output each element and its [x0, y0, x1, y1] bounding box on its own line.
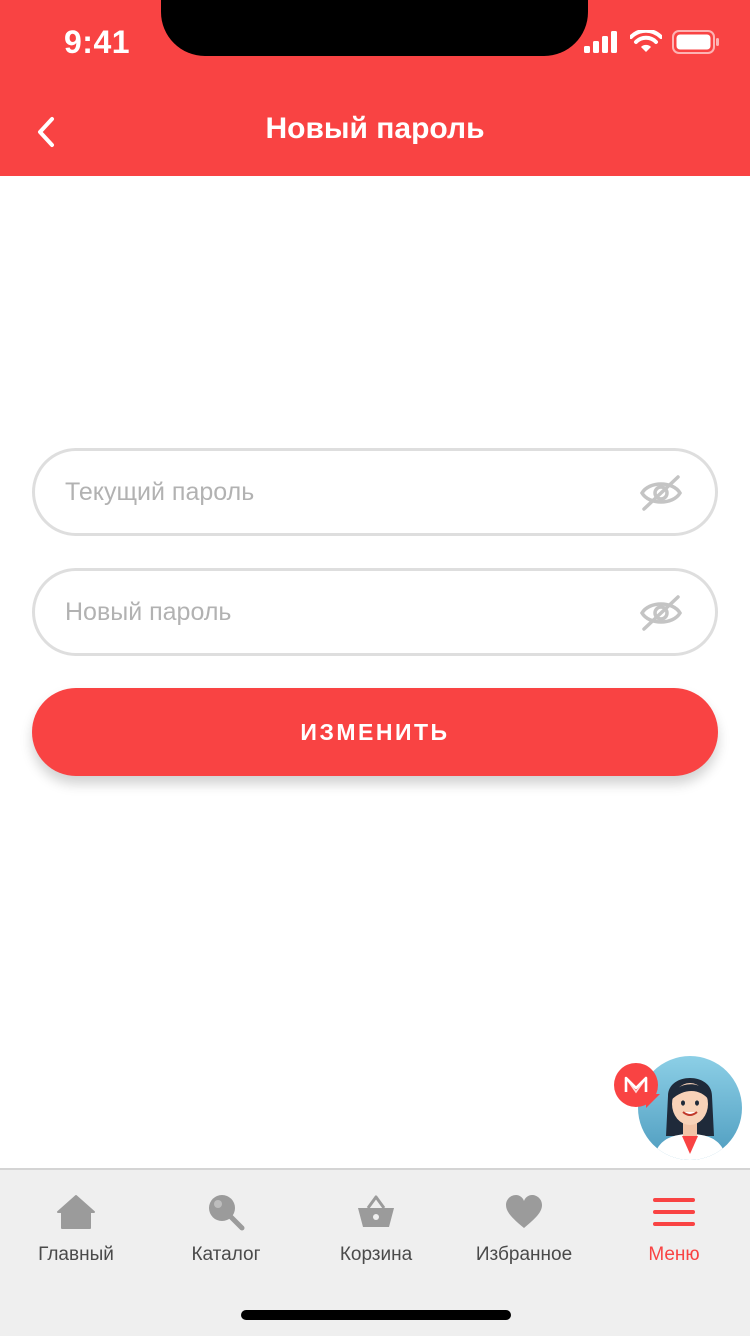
- device-notch: [161, 0, 588, 56]
- tab-label-menu: Меню: [648, 1244, 700, 1265]
- search-icon: [209, 1195, 245, 1231]
- menu-icon: [653, 1198, 695, 1226]
- brand-logo-icon: [624, 1076, 648, 1094]
- eye-off-icon[interactable]: [639, 473, 683, 513]
- current-password-input[interactable]: [65, 451, 625, 533]
- tab-label-cart: Корзина: [339, 1244, 413, 1265]
- basket-icon: [358, 1195, 394, 1227]
- tab-cart[interactable]: Корзина: [301, 1192, 451, 1272]
- home-indicator: [241, 1310, 511, 1320]
- new-password-field: [32, 568, 718, 656]
- tab-label-favorites: Избранное: [475, 1244, 573, 1265]
- tab-label-home: Главный: [38, 1244, 114, 1265]
- heart-icon: [506, 1195, 542, 1228]
- assistant-badge-tail: [646, 1094, 660, 1108]
- tab-catalog[interactable]: Каталог: [151, 1192, 301, 1272]
- current-password-field: [32, 448, 718, 536]
- wifi-icon: [630, 30, 662, 52]
- change-password-button[interactable]: ИЗМЕНИТЬ: [32, 688, 718, 776]
- new-password-input[interactable]: [65, 571, 625, 653]
- status-icons: [584, 30, 720, 54]
- tab-home[interactable]: Главный: [1, 1192, 151, 1272]
- signal-icon: [584, 31, 617, 53]
- tab-label-catalog: Каталог: [191, 1244, 261, 1265]
- battery-icon: [672, 30, 719, 54]
- tab-favorites[interactable]: Избранное: [449, 1192, 599, 1272]
- tab-menu[interactable]: Меню: [599, 1192, 749, 1272]
- eye-off-icon[interactable]: [639, 593, 683, 633]
- status-time: 9:41: [64, 24, 131, 60]
- header: 9:41 Новый пароль: [0, 0, 750, 176]
- page-title: Новый пароль: [265, 112, 485, 145]
- home-icon: [57, 1195, 95, 1229]
